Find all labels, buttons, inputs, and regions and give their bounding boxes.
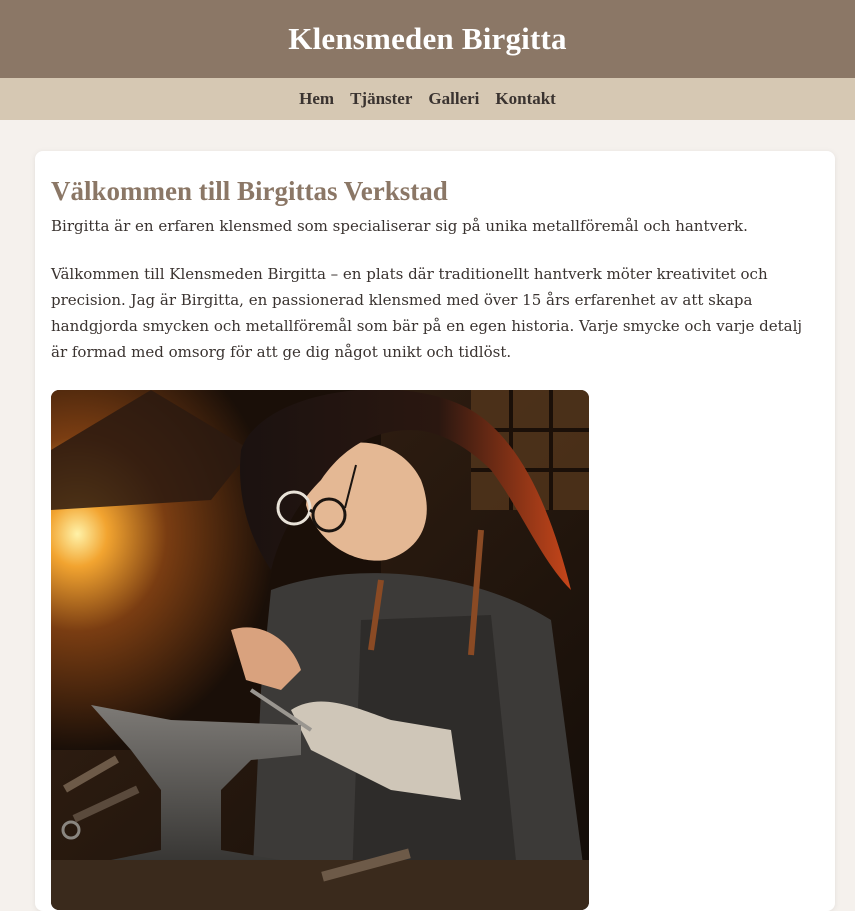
site-title: Klensmeden Birgitta [288,21,567,56]
site-header: Klensmeden Birgitta [0,0,855,78]
content-card: Välkommen till Birgittas Verkstad Birgit… [35,151,835,911]
blacksmith-photo [51,390,589,910]
page-title: Välkommen till Birgittas Verkstad [51,176,448,206]
intro-text: Birgitta är en erfaren klensmed som spec… [51,217,748,235]
nav-link-tjanster[interactable]: Tjänster [350,89,412,109]
main-nav: Hem Tjänster Galleri Kontakt [0,78,855,120]
nav-link-hem[interactable]: Hem [299,89,334,109]
nav-link-kontakt[interactable]: Kontakt [495,89,555,109]
nav-link-galleri[interactable]: Galleri [428,89,479,109]
body-text: Välkommen till Klensmeden Birgitta – en … [51,265,803,361]
